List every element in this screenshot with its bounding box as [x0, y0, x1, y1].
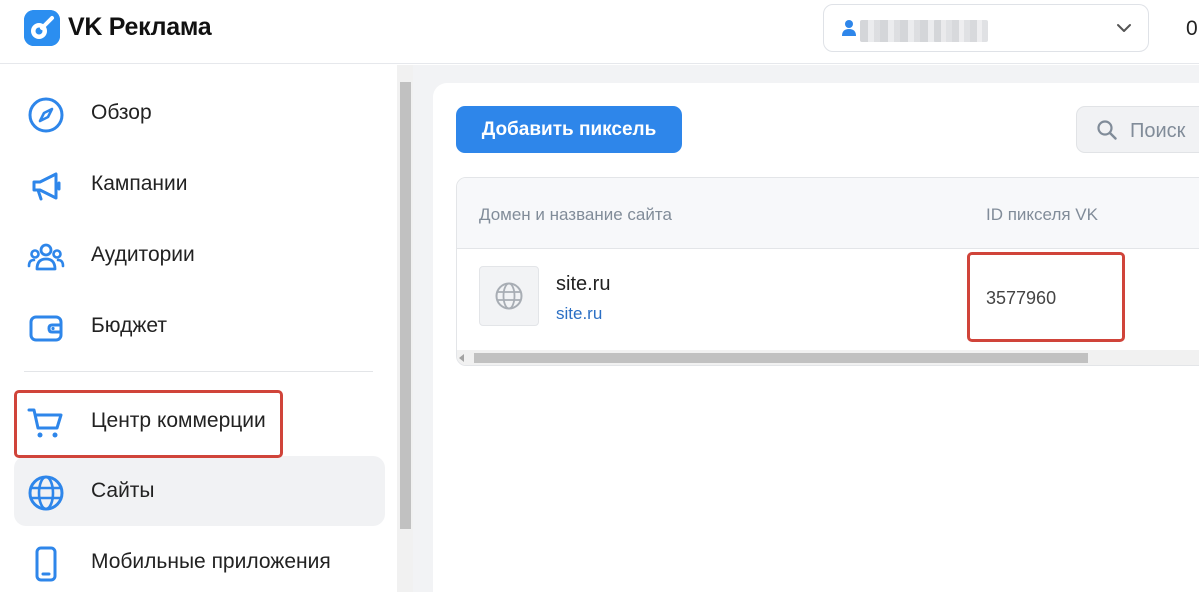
search-icon	[1097, 120, 1117, 140]
audience-icon	[27, 243, 65, 271]
sidebar-item-label: Аудитории	[91, 243, 195, 266]
account-id-blurred	[934, 20, 988, 42]
cart-icon	[27, 408, 63, 438]
sidebar-scrollbar-thumb[interactable]	[400, 82, 411, 529]
globe-icon	[28, 475, 64, 511]
sidebar-item-overview[interactable]: Обзор	[14, 78, 385, 148]
table-scrollbar-thumb[interactable]	[474, 353, 1088, 363]
wallet-icon	[29, 315, 63, 342]
chevron-down-icon	[1117, 24, 1131, 32]
megaphone-icon	[32, 172, 61, 201]
scroll-left-arrow-icon[interactable]	[459, 354, 464, 362]
sidebar-item-label: Мобильные приложения	[91, 550, 331, 573]
column-header-pixel-id[interactable]: ID пикселя VK	[986, 205, 1098, 225]
pixel-id: 3577960	[986, 288, 1057, 308]
add-pixel-button[interactable]: Добавить пиксель	[456, 106, 682, 153]
site-link[interactable]: site.ru	[556, 304, 602, 324]
sidebar-item-budget[interactable]: Бюджет	[14, 291, 385, 361]
search-placeholder: Поиск	[1130, 120, 1186, 142]
sidebar-item-audiences[interactable]: Аудитории	[14, 220, 385, 290]
column-header-domain[interactable]: Домен и название сайта	[479, 205, 672, 225]
site-thumbnail	[479, 266, 539, 326]
sidebar-item-label: Обзор	[91, 101, 152, 124]
account-selector[interactable]	[823, 4, 1149, 52]
sidebar-item-label: Сайты	[91, 479, 155, 502]
pixels-table: Домен и название сайта ID пикселя VK sit…	[456, 177, 1199, 366]
sidebar-item-label: Бюджет	[91, 314, 167, 337]
person-icon	[842, 20, 856, 36]
table-horizontal-scrollbar[interactable]	[457, 350, 1199, 365]
site-name: site.ru	[556, 273, 611, 295]
app-title[interactable]: VK Реклама	[68, 13, 212, 42]
header-balance: 0	[1186, 17, 1198, 40]
search-input[interactable]: Поиск	[1076, 106, 1199, 153]
table-row[interactable]: site.ru site.ru 3577960	[457, 249, 1199, 345]
table-header: Домен и название сайта ID пикселя VK	[457, 178, 1199, 249]
smartphone-icon	[35, 546, 57, 582]
sidebar-item-label: Центр коммерции	[91, 409, 266, 432]
compass-icon	[28, 97, 64, 133]
sidebar-item-campaigns[interactable]: Кампании	[14, 149, 385, 219]
vk-ads-logo-icon[interactable]	[24, 10, 60, 46]
sidebar-item-commerce[interactable]: Центр коммерции	[14, 386, 385, 456]
globe-icon	[495, 282, 523, 310]
sidebar-item-label: Кампании	[91, 172, 188, 195]
sidebar-item-sites[interactable]: Сайты	[14, 456, 385, 526]
sidebar-divider	[24, 371, 373, 372]
sidebar-item-mobile-apps[interactable]: Мобильные приложения	[14, 527, 385, 597]
sidebar: Обзор Кампании Аудитории Бюджет Центр ко…	[0, 65, 397, 592]
top-header: VK Реклама 0	[0, 0, 1199, 64]
